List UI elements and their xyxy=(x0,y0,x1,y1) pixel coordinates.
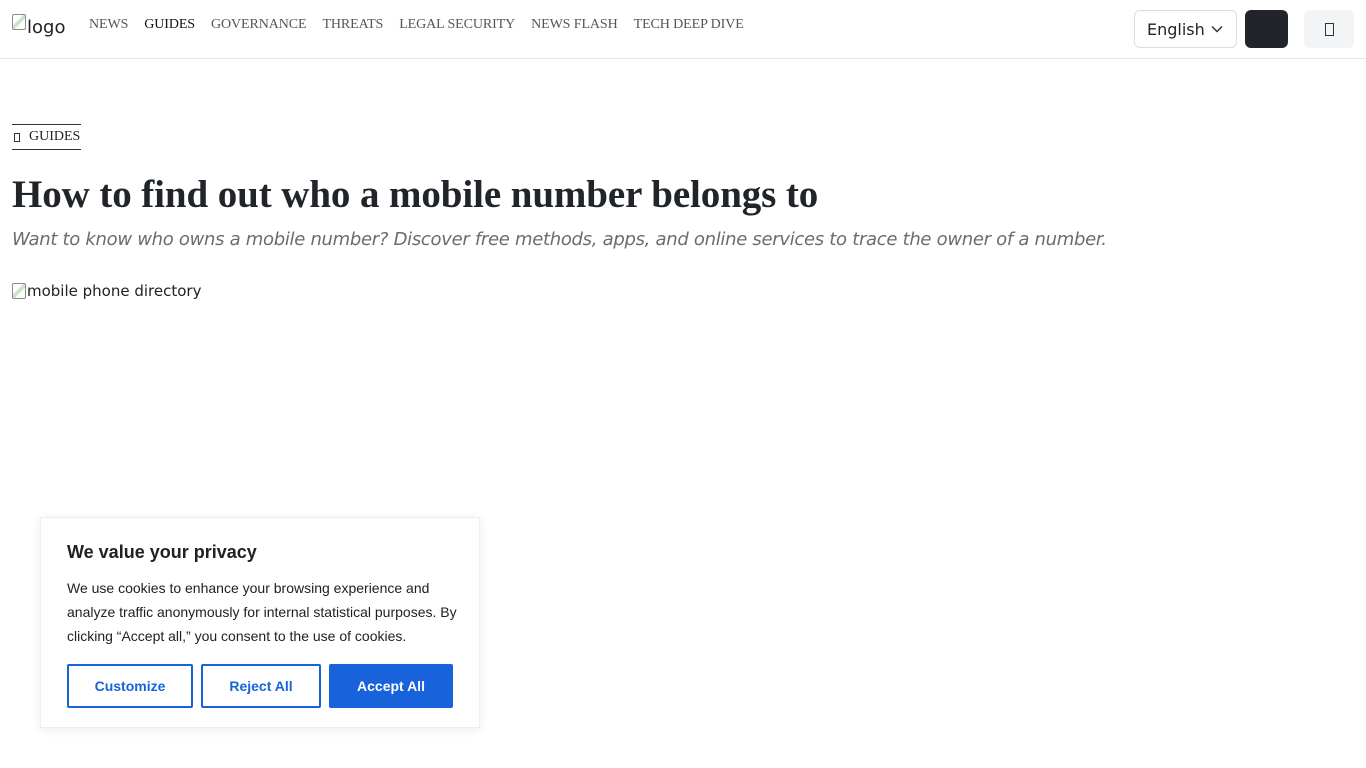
hero-image-alt-text: mobile phone directory xyxy=(27,282,202,300)
cookie-consent-dialog: We value your privacy We use cookies to … xyxy=(40,517,480,728)
menu-icon xyxy=(1324,22,1334,36)
logo-alt-text: logo xyxy=(27,17,66,38)
nav-item-tech-deep-dive[interactable]: TECH DEEP DIVE xyxy=(634,17,744,33)
article-title: How to find out who a mobile number belo… xyxy=(12,173,819,216)
nav-item-legal-security[interactable]: LEGAL SECURITY xyxy=(399,17,515,33)
reject-all-button[interactable]: Reject All xyxy=(201,664,321,708)
language-selected-value: English xyxy=(1147,19,1205,39)
theme-toggle-button[interactable] xyxy=(1245,10,1288,48)
main-nav: NEWS GUIDES GOVERNANCE THREATS LEGAL SEC… xyxy=(89,17,760,33)
nav-item-threats[interactable]: THREATS xyxy=(322,17,383,33)
category-icon xyxy=(14,132,20,142)
nav-item-news[interactable]: NEWS xyxy=(89,17,128,33)
nav-item-guides[interactable]: GUIDES xyxy=(144,17,195,33)
menu-button[interactable] xyxy=(1304,10,1354,48)
cookie-title: We value your privacy xyxy=(67,542,257,562)
site-header: logo NEWS GUIDES GOVERNANCE THREATS LEGA… xyxy=(0,0,1366,59)
customize-button[interactable]: Customize xyxy=(67,664,193,708)
category-label: GUIDES xyxy=(29,129,81,144)
nav-item-governance[interactable]: GOVERNANCE xyxy=(211,17,307,33)
language-select[interactable]: English xyxy=(1134,10,1237,48)
category-badge[interactable]: GUIDES xyxy=(12,124,82,150)
article-subtitle: Want to know who owns a mobile number? D… xyxy=(12,229,1107,250)
broken-image-icon xyxy=(12,283,26,299)
broken-image-icon xyxy=(12,13,26,30)
accept-all-button[interactable]: Accept All xyxy=(329,664,453,708)
hero-image: mobile phone directory xyxy=(12,282,201,300)
chevron-down-icon xyxy=(1211,25,1223,33)
nav-item-news-flash[interactable]: NEWS FLASH xyxy=(531,17,618,33)
cookie-description: We use cookies to enhance your browsing … xyxy=(67,580,457,644)
site-logo[interactable]: logo xyxy=(12,13,66,38)
